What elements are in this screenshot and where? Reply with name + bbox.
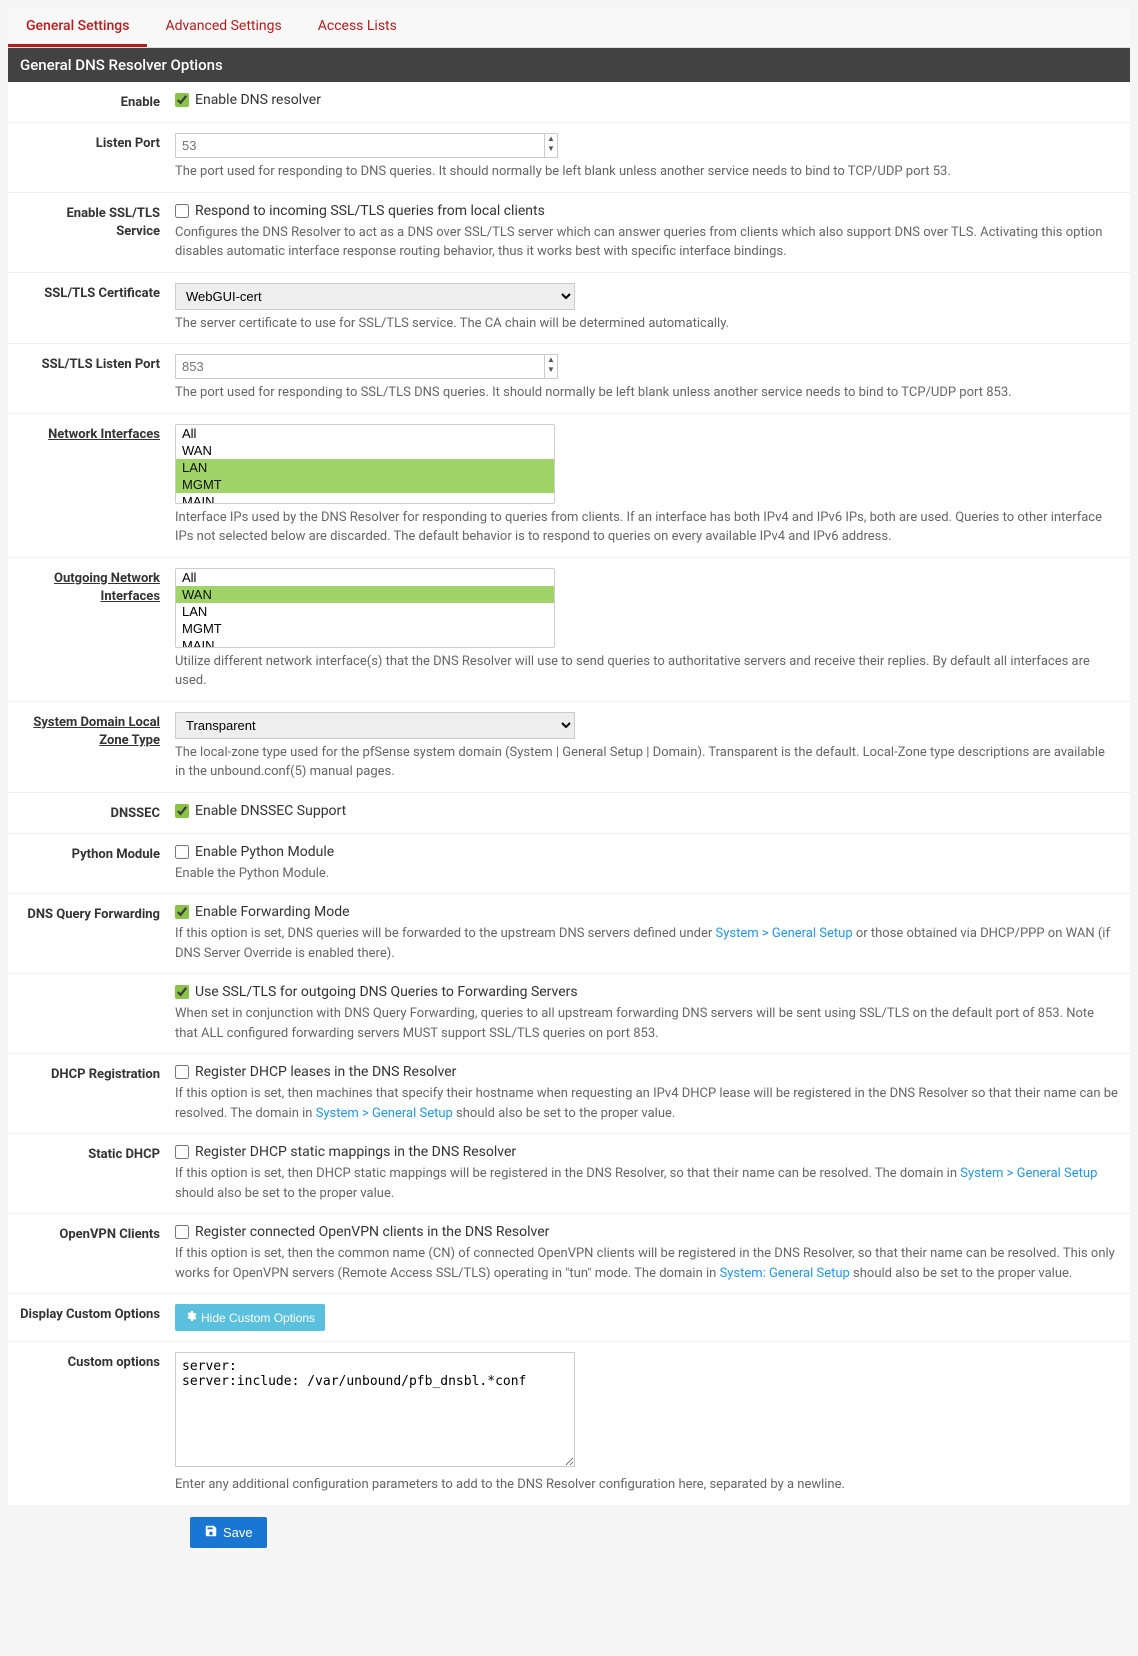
dnssec-checkbox-label: Enable DNSSEC Support [195,803,346,819]
save-icon [204,1524,218,1541]
spinner-buttons[interactable]: ▲▼ [545,354,558,379]
net-if-label: Network Interfaces [20,424,175,444]
out-if-select[interactable]: All WAN LAN MGMT MAIN [175,568,555,648]
ovpn-help: If this option is set, then the common n… [175,1244,1118,1283]
fwd-ssl-checkbox[interactable] [175,985,189,999]
static-dhcp-checkbox-label: Register DHCP static mappings in the DNS… [195,1144,516,1160]
ssl-cert-label: SSL/TLS Certificate [20,283,175,303]
fwd-label: DNS Query Forwarding [20,904,175,924]
fwd-ssl-help: When set in conjunction with DNS Query F… [175,1004,1118,1043]
ssl-port-input[interactable] [175,354,545,379]
panel-title: General DNS Resolver Options [8,48,1130,82]
spinner-down-icon[interactable]: ▼ [545,144,557,154]
dhcp-reg-help: If this option is set, then machines tha… [175,1084,1118,1123]
gear-icon [185,1310,197,1325]
ssl-port-help: The port used for responding to SSL/TLS … [175,383,1118,403]
python-checkbox-label: Enable Python Module [195,844,334,860]
static-dhcp-link[interactable]: System > General Setup [960,1166,1097,1181]
ovpn-checkbox-label: Register connected OpenVPN clients in th… [195,1224,549,1240]
custom-opts-label: Custom options [20,1352,175,1372]
hide-custom-options-label: Hide Custom Options [201,1311,315,1325]
zone-type-label: System Domain Local Zone Type [20,712,175,750]
custom-display-label: Display Custom Options [20,1304,175,1324]
static-dhcp-help: If this option is set, then DHCP static … [175,1164,1118,1203]
dhcp-reg-checkbox-label: Register DHCP leases in the DNS Resolver [195,1064,456,1080]
fwd-ssl-checkbox-label: Use SSL/TLS for outgoing DNS Queries to … [195,984,578,1000]
python-checkbox[interactable] [175,845,189,859]
spinner-buttons[interactable]: ▲▼ [545,133,558,158]
dnssec-checkbox[interactable] [175,804,189,818]
static-dhcp-checkbox[interactable] [175,1145,189,1159]
fwd-link[interactable]: System > General Setup [715,926,852,941]
hide-custom-options-button[interactable]: Hide Custom Options [175,1304,325,1331]
listen-port-label: Listen Port [20,133,175,153]
ssl-cert-help: The server certificate to use for SSL/TL… [175,314,1118,334]
fwd-ssl-spacer [20,984,175,986]
fwd-checkbox[interactable] [175,905,189,919]
tabs-bar: General Settings Advanced Settings Acces… [8,8,1130,48]
custom-opts-help: Enter any additional configuration param… [175,1475,1118,1495]
custom-opts-textarea[interactable] [175,1352,575,1467]
ssl-service-checkbox-label: Respond to incoming SSL/TLS queries from… [195,203,545,219]
python-help: Enable the Python Module. [175,864,1118,884]
out-if-help: Utilize different network interface(s) t… [175,652,1118,691]
dhcp-reg-checkbox[interactable] [175,1065,189,1079]
static-dhcp-label: Static DHCP [20,1144,175,1164]
save-button[interactable]: Save [190,1517,267,1548]
tab-general[interactable]: General Settings [8,8,147,47]
tab-access-lists[interactable]: Access Lists [300,8,415,47]
out-if-label: Outgoing Network Interfaces [20,568,175,606]
dnssec-label: DNSSEC [20,803,175,823]
spinner-up-icon[interactable]: ▲ [545,134,557,144]
ssl-cert-select[interactable]: WebGUI-cert [175,283,575,310]
listen-port-help: The port used for responding to DNS quer… [175,162,1118,182]
dhcp-reg-link[interactable]: System > General Setup [316,1106,453,1121]
save-label: Save [223,1525,253,1540]
enable-label: Enable [20,92,175,112]
enable-checkbox[interactable] [175,93,189,107]
spinner-up-icon[interactable]: ▲ [545,355,557,365]
ovpn-link[interactable]: System: General Setup [720,1266,850,1281]
net-if-help: Interface IPs used by the DNS Resolver f… [175,508,1118,547]
python-label: Python Module [20,844,175,864]
spinner-down-icon[interactable]: ▼ [545,365,557,375]
ovpn-label: OpenVPN Clients [20,1224,175,1244]
net-if-select[interactable]: All WAN LAN MGMT MAIN [175,424,555,504]
zone-type-select[interactable]: Transparent [175,712,575,739]
fwd-checkbox-label: Enable Forwarding Mode [195,904,350,920]
ssl-service-label: Enable SSL/TLS Service [20,203,175,241]
ssl-service-help: Configures the DNS Resolver to act as a … [175,223,1118,262]
zone-type-help: The local-zone type used for the pfSense… [175,743,1118,782]
ssl-port-label: SSL/TLS Listen Port [20,354,175,374]
ssl-service-checkbox[interactable] [175,204,189,218]
fwd-help: If this option is set, DNS queries will … [175,924,1118,963]
enable-checkbox-label: Enable DNS resolver [195,92,321,108]
ovpn-checkbox[interactable] [175,1225,189,1239]
listen-port-input[interactable] [175,133,545,158]
dhcp-reg-label: DHCP Registration [20,1064,175,1084]
tab-advanced[interactable]: Advanced Settings [147,8,299,47]
